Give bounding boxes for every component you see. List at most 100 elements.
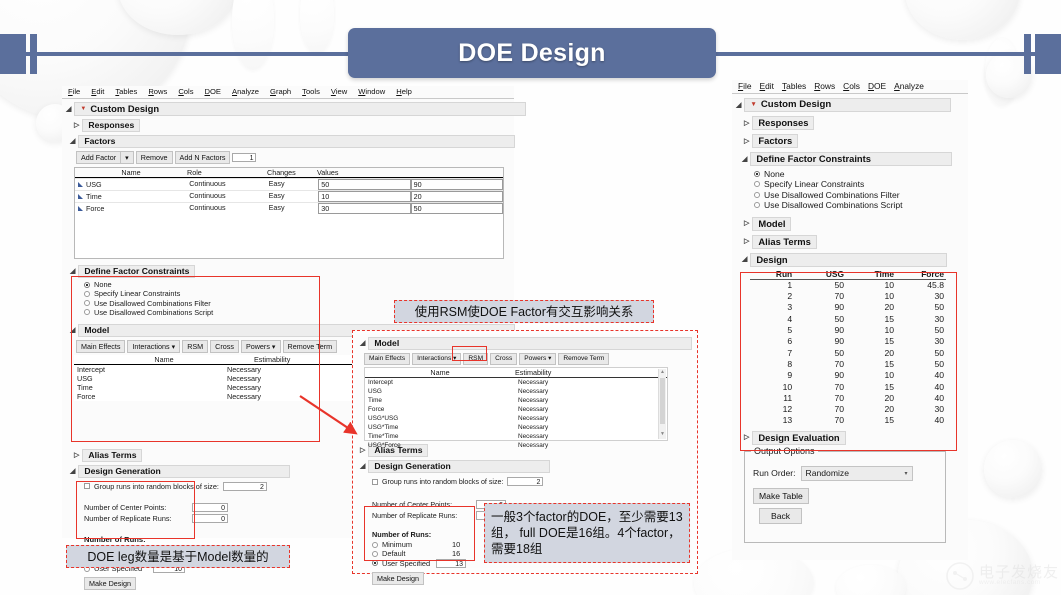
constraint-option-specify-linear-constraints[interactable]: Specify Linear Constraints (754, 179, 968, 189)
make-design-button-mid[interactable]: Make Design (372, 571, 424, 585)
factor-changes[interactable]: Easy (269, 179, 319, 190)
section-factors-right[interactable]: ▷ Factors (744, 134, 968, 148)
model-term-row[interactable]: Time Necessary (365, 396, 667, 405)
section-define-factor-constraints[interactable]: ◢ Define Factor Constraints (70, 265, 514, 278)
runs-default-option-mid[interactable]: Default 16 (372, 549, 484, 558)
constraint-option-none[interactable]: None (84, 280, 514, 289)
model-button-powers[interactable]: Powers ▾ (519, 353, 557, 365)
model-button-remove-term[interactable]: Remove Term (558, 353, 610, 365)
factor-high-value[interactable]: 90 (410, 179, 503, 190)
menu-item-view[interactable]: View (331, 87, 347, 96)
radio-icon[interactable] (84, 309, 90, 316)
constraint-option-specify-linear-constraints[interactable]: Specify Linear Constraints (84, 289, 514, 298)
disclosure-closed-icon[interactable]: ▷ (74, 452, 79, 459)
model-term-row[interactable]: Intercept Necessary (365, 378, 667, 387)
chevron-down-icon[interactable]: ▾ (905, 470, 908, 477)
factor-high-value[interactable]: 50 (410, 203, 503, 214)
model-term-row[interactable]: USG*Time Necessary (365, 423, 667, 432)
model-list-scrollbar[interactable]: ▲ ▼ (658, 369, 666, 439)
term-estimability[interactable]: Necessary (227, 365, 347, 374)
radio-icon[interactable] (754, 201, 760, 208)
menu-item-edit[interactable]: Edit (760, 81, 774, 91)
design-row[interactable]: 9 90 10 40 (750, 370, 946, 381)
constraint-option-use-disallowed-combinations-script[interactable]: Use Disallowed Combinations Script (754, 200, 968, 210)
menu-item-analyze[interactable]: Analyze (232, 87, 259, 96)
radio-icon[interactable] (754, 171, 760, 177)
model-term-row[interactable]: USG*USG Necessary (365, 414, 667, 423)
section-design-generation-mid[interactable]: ◢ Design Generation (360, 460, 692, 473)
menu-item-help[interactable]: Help (396, 87, 412, 96)
model-button-interactions[interactable]: Interactions ▾ (412, 353, 462, 365)
menu-item-tables[interactable]: Tables (115, 87, 137, 96)
menu-item-analyze[interactable]: Analyze (894, 81, 924, 91)
disclosure-closed-icon[interactable]: ▷ (744, 434, 749, 441)
model-button-cross[interactable]: Cross (490, 353, 518, 365)
disclosure-open-icon[interactable]: ◢ (742, 256, 747, 263)
factor-changes[interactable]: Easy (269, 191, 319, 202)
disclosure-open-icon[interactable]: ◢ (360, 340, 365, 347)
radio-icon[interactable] (372, 560, 378, 567)
menu-item-window[interactable]: Window (358, 87, 385, 96)
section-responses-right[interactable]: ▷ Responses (744, 116, 968, 130)
factor-role[interactable]: Continuous (189, 203, 268, 214)
n-factors-input[interactable]: 1 (232, 153, 257, 162)
constraint-option-none[interactable]: None (754, 169, 968, 179)
table-row[interactable]: Time Continuous Easy 10 20 (75, 190, 503, 202)
design-row[interactable]: 11 70 20 40 (750, 393, 946, 404)
term-estimability[interactable]: Necessary (518, 414, 638, 423)
design-row[interactable]: 4 50 15 30 (750, 314, 946, 325)
term-estimability[interactable]: Necessary (227, 383, 347, 392)
runs-user-input[interactable]: 13 (436, 558, 466, 568)
menu-bar-left[interactable]: File Edit Tables Rows Cols DOE Analyze Graph Too… (62, 86, 514, 99)
design-row[interactable]: 13 70 15 40 (750, 415, 946, 426)
design-row[interactable]: 3 90 20 50 (750, 302, 946, 313)
radio-icon[interactable] (754, 191, 760, 198)
disclosure-open-icon[interactable]: ◢ (70, 138, 75, 145)
menu-item-doe[interactable]: DOE (868, 81, 886, 91)
make-design-button[interactable]: Make Design (84, 577, 136, 591)
factor-role[interactable]: Continuous (189, 191, 268, 202)
section-constraints-right[interactable]: ◢ Define Factor Constraints (742, 152, 968, 166)
group-runs-input[interactable]: 2 (222, 481, 267, 491)
menu-item-cols[interactable]: Cols (178, 87, 193, 96)
add-factor-button[interactable]: Add Factor (76, 151, 122, 164)
disclosure-closed-icon[interactable]: ▷ (74, 122, 79, 129)
disclosure-open-icon[interactable]: ◢ (736, 102, 741, 109)
menu-item-file[interactable]: File (738, 81, 752, 91)
menu-item-rows[interactable]: Rows (148, 87, 167, 96)
section-responses[interactable]: ▷ Responses (74, 119, 514, 132)
menu-item-graph[interactable]: Graph (270, 87, 291, 96)
model-button-main-effects[interactable]: Main Effects (76, 339, 126, 353)
disclosure-open-icon[interactable]: ◢ (70, 468, 75, 475)
factor-changes[interactable]: Easy (269, 203, 319, 214)
radio-icon[interactable] (84, 281, 90, 288)
model-term-row[interactable]: Time*Time Necessary (365, 432, 667, 441)
group-runs-checkbox[interactable] (372, 478, 378, 485)
add-n-factors-button[interactable]: Add N Factors (174, 151, 231, 164)
disclosure-open-icon[interactable]: ◢ (66, 106, 71, 113)
factor-toolbar[interactable]: Add Factor ▾ Remove Add N Factors 1 (76, 151, 514, 164)
term-estimability[interactable]: Necessary (518, 432, 638, 441)
constraints-options-right[interactable]: None Specify Linear Constraints Use Disall… (754, 169, 968, 210)
model-toolbar-mid[interactable]: Main Effects Interactions ▾ RSM Cross Powers… (364, 353, 692, 365)
section-factors[interactable]: ◢ Factors (70, 135, 516, 148)
model-term-row[interactable]: USG*Force Necessary (365, 441, 667, 450)
term-estimability[interactable]: Necessary (518, 378, 638, 387)
menu-item-edit[interactable]: Edit (91, 87, 104, 96)
group-runs-input[interactable]: 2 (507, 477, 544, 486)
section-model-right[interactable]: ▷ Model (744, 216, 968, 231)
back-button[interactable]: Back (759, 507, 803, 524)
model-button-cross[interactable]: Cross (210, 339, 239, 353)
factor-role[interactable]: Continuous (189, 179, 268, 190)
design-row[interactable]: 5 90 10 50 (750, 325, 946, 336)
runs-minimum-option-mid[interactable]: Minimum 10 (372, 540, 484, 549)
disclosure-open-icon[interactable]: ◢ (360, 463, 365, 470)
design-row[interactable]: 12 70 20 30 (750, 404, 946, 415)
radio-icon[interactable] (754, 181, 760, 188)
design-row[interactable]: 7 50 20 50 (750, 348, 946, 359)
group-runs-row-mid[interactable]: Group runs into random blocks of size: 2 (372, 477, 692, 486)
design-row[interactable]: 10 70 15 40 (750, 382, 946, 393)
term-estimability[interactable]: Necessary (518, 405, 638, 414)
factor-low-value[interactable]: 10 (318, 191, 411, 202)
model-button-powers[interactable]: Powers ▾ (240, 339, 281, 353)
